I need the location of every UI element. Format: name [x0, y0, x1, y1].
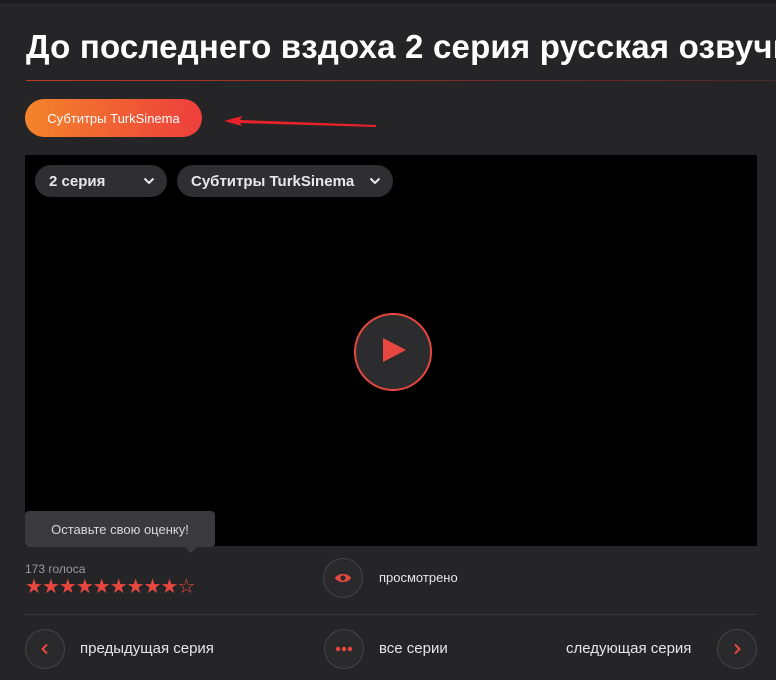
- chevron-down-icon: [143, 177, 155, 185]
- star-filled-icon[interactable]: ★: [110, 576, 128, 598]
- red-arrow-annotation: [224, 116, 376, 127]
- track-dropdown[interactable]: Субтитры TurkSinema: [177, 165, 393, 197]
- all-episodes-link[interactable]: все серии: [379, 640, 448, 657]
- chevron-left-icon: [41, 643, 48, 655]
- star-filled-icon[interactable]: ★: [144, 576, 162, 598]
- more-dots-icon: [335, 646, 353, 652]
- chevron-down-icon: [369, 177, 381, 185]
- star-filled-icon[interactable]: ★: [42, 576, 60, 598]
- watched-label: просмотрено: [379, 570, 458, 585]
- star-rating[interactable]: ★★★★★★★★★☆: [25, 576, 195, 598]
- video-player[interactable]: 2 серия Субтитры TurkSinema: [25, 155, 757, 546]
- prev-episode-button[interactable]: [25, 629, 65, 669]
- watched-button[interactable]: [323, 558, 363, 598]
- star-filled-icon[interactable]: ★: [93, 576, 111, 598]
- star-filled-icon[interactable]: ★: [25, 576, 43, 598]
- top-bar: [0, 0, 776, 3]
- star-filled-icon[interactable]: ★: [76, 576, 94, 598]
- next-episode-link[interactable]: следующая серия: [566, 640, 691, 657]
- rating-tooltip: Оставьте свою оценку!: [25, 511, 215, 553]
- section-divider: [25, 614, 757, 615]
- prev-episode-link[interactable]: предыдущая серия: [80, 640, 214, 657]
- episode-dropdown-value: 2 серия: [49, 172, 106, 190]
- vote-count: 173 голоса: [25, 562, 86, 576]
- next-episode-button[interactable]: [717, 629, 757, 669]
- play-button[interactable]: [354, 313, 432, 391]
- page-title: До последнего вздоха 2 серия русская озв…: [26, 28, 776, 65]
- title-divider: [26, 80, 776, 81]
- all-episodes-button[interactable]: [324, 629, 364, 669]
- chevron-right-icon: [734, 643, 741, 655]
- subtitle-button[interactable]: Субтитры TurkSinema: [25, 99, 202, 137]
- star-filled-icon[interactable]: ★: [59, 576, 77, 598]
- play-icon: [383, 338, 406, 362]
- star-filled-icon[interactable]: ★: [127, 576, 145, 598]
- star-empty-icon[interactable]: ☆: [177, 576, 195, 598]
- star-filled-icon[interactable]: ★: [161, 576, 179, 598]
- eye-icon: [335, 573, 351, 583]
- episode-dropdown[interactable]: 2 серия: [35, 165, 167, 197]
- track-dropdown-value: Субтитры TurkSinema: [191, 172, 355, 190]
